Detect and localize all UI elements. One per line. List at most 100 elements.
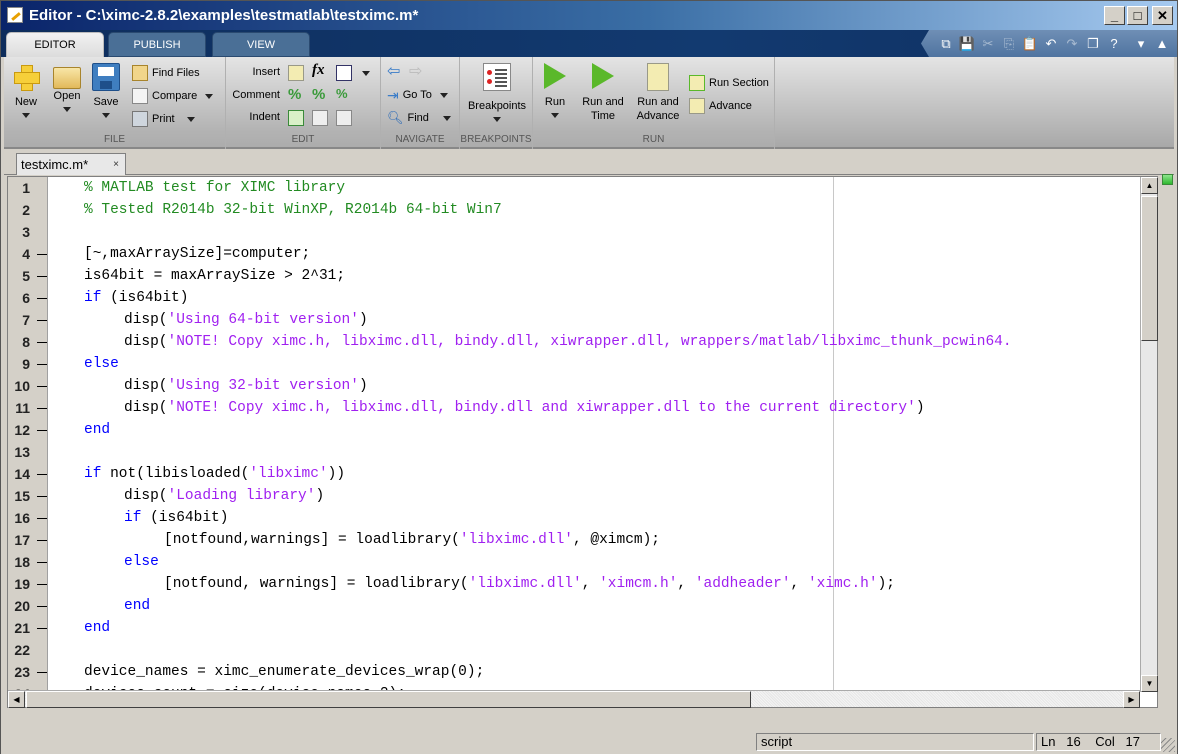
code-line[interactable]: disp('NOTE! Copy ximc.h, libximc.dll, bi… [49, 397, 1140, 419]
executable-line-marker[interactable] [37, 430, 47, 431]
executable-line-marker[interactable] [37, 320, 47, 321]
code-line[interactable]: device_names = ximc_enumerate_devices_wr… [49, 661, 1140, 683]
gutter-row[interactable]: 15 [8, 485, 47, 507]
gutter-row[interactable]: 19 [8, 573, 47, 595]
find-button[interactable]: 🔍︎ Find [387, 108, 451, 128]
gutter-row[interactable]: 22 [8, 639, 47, 661]
go-to-button[interactable]: ⇥ Go To [387, 85, 448, 105]
decrease-indent-icon[interactable] [336, 110, 352, 126]
uncomment-icon[interactable]: % [312, 86, 325, 103]
scroll-left-button[interactable]: ◀ [8, 691, 25, 708]
executable-line-marker[interactable] [37, 672, 47, 673]
code-line[interactable]: end [49, 419, 1140, 441]
save-button[interactable]: Save [84, 63, 128, 121]
gutter-row[interactable]: 6 [8, 287, 47, 309]
horizontal-scroll-thumb[interactable] [26, 691, 751, 708]
executable-line-marker[interactable] [37, 584, 47, 585]
insert-function-icon[interactable]: fx [312, 62, 325, 79]
insert-code-icon[interactable] [336, 65, 352, 81]
executable-line-marker[interactable] [37, 386, 47, 387]
forward-arrow-icon[interactable]: ⇨ [409, 61, 422, 81]
tab-view[interactable]: VIEW [212, 32, 310, 57]
close-tab-icon[interactable]: × [113, 159, 119, 170]
gutter-row[interactable]: 13 [8, 441, 47, 463]
executable-line-marker[interactable] [37, 408, 47, 409]
code-area[interactable]: % MATLAB test for XIMC library % Tested R… [49, 177, 1140, 692]
run-section-button[interactable]: Run Section [689, 73, 769, 93]
code-line[interactable]: else [49, 551, 1140, 573]
gutter-row[interactable]: 23 [8, 661, 47, 683]
executable-line-marker[interactable] [37, 276, 47, 277]
wrap-comments-icon[interactable]: % [336, 86, 348, 101]
scroll-up-button[interactable]: ▲ [1141, 177, 1158, 194]
gutter-row[interactable]: 8 [8, 331, 47, 353]
scroll-right-button[interactable]: ▶ [1123, 691, 1140, 708]
executable-line-marker[interactable] [37, 606, 47, 607]
new-window-icon[interactable]: ⧉ [937, 35, 955, 53]
code-line[interactable]: [~,maxArraySize]=computer; [49, 243, 1140, 265]
executable-line-marker[interactable] [37, 540, 47, 541]
code-line[interactable]: if not(libisloaded('libximc')) [49, 463, 1140, 485]
code-line[interactable]: disp('Loading library') [49, 485, 1140, 507]
resize-grip[interactable] [1161, 738, 1175, 752]
close-button[interactable]: ✕ [1152, 6, 1173, 25]
increase-indent-icon[interactable] [312, 110, 328, 126]
maximize-button[interactable]: □ [1127, 6, 1148, 25]
chevron-down-icon[interactable] [362, 71, 370, 76]
executable-line-marker[interactable] [37, 298, 47, 299]
gutter-row[interactable]: 12 [8, 419, 47, 441]
tab-editor[interactable]: EDITOR [6, 32, 104, 58]
executable-line-marker[interactable] [37, 628, 47, 629]
gutter-row[interactable]: 17 [8, 529, 47, 551]
help-icon[interactable]: ? [1105, 35, 1123, 53]
comment-icon[interactable]: % [288, 86, 301, 103]
code-line[interactable]: disp('NOTE! Copy ximc.h, libximc.dll, bi… [49, 331, 1140, 353]
tab-publish[interactable]: PUBLISH [108, 32, 206, 57]
horizontal-scrollbar[interactable]: ◀ ▶ [8, 690, 1140, 708]
code-line[interactable]: end [49, 617, 1140, 639]
executable-line-marker[interactable] [37, 562, 47, 563]
code-line[interactable]: else [49, 353, 1140, 375]
gutter-row[interactable]: 3 [8, 221, 47, 243]
code-editor[interactable]: 123456789101112131415161718192021222324 … [7, 176, 1158, 708]
gutter-row[interactable]: 20 [8, 595, 47, 617]
code-line[interactable]: disp('Using 32-bit version') [49, 375, 1140, 397]
gutter-row[interactable]: 1 [8, 177, 47, 199]
gutter-row[interactable]: 14 [8, 463, 47, 485]
scroll-down-button[interactable]: ▼ [1141, 675, 1158, 692]
code-line[interactable] [49, 639, 1140, 661]
smart-indent-icon[interactable] [288, 110, 304, 126]
redo-icon[interactable]: ↷ [1063, 35, 1081, 53]
minimize-button[interactable]: _ [1104, 6, 1125, 25]
paste-icon[interactable]: 📋 [1021, 35, 1039, 53]
back-arrow-icon[interactable]: ⇦ [387, 61, 400, 81]
cut-icon[interactable]: ✂ [979, 35, 997, 53]
copy-icon[interactable]: ⎘ [1000, 35, 1018, 53]
advance-button[interactable]: Advance [689, 96, 752, 116]
gutter-row[interactable]: 21 [8, 617, 47, 639]
code-line[interactable]: is64bit = maxArraySize > 2^31; [49, 265, 1140, 287]
compare-button[interactable]: Compare [132, 86, 214, 106]
executable-line-marker[interactable] [37, 518, 47, 519]
code-line[interactable]: % Tested R2014b 32-bit WinXP, R2014b 64-… [49, 199, 1140, 221]
document-tab-testximc[interactable]: testximc.m* × [16, 153, 126, 175]
save-icon[interactable]: 💾 [958, 35, 976, 53]
gutter-row[interactable]: 9 [8, 353, 47, 375]
gutter-row[interactable]: 4 [8, 243, 47, 265]
code-line[interactable]: [notfound, warnings] = loadlibrary('libx… [49, 573, 1140, 595]
executable-line-marker[interactable] [37, 474, 47, 475]
code-line[interactable]: disp('Using 64-bit version') [49, 309, 1140, 331]
vertical-scroll-thumb[interactable] [1141, 196, 1158, 341]
run-and-advance-button[interactable]: Run and Advance [631, 63, 685, 123]
gutter-row[interactable]: 10 [8, 375, 47, 397]
executable-line-marker[interactable] [37, 364, 47, 365]
gutter-row[interactable]: 2 [8, 199, 47, 221]
switch-windows-icon[interactable]: ❐ [1084, 35, 1102, 53]
open-button[interactable]: Open [45, 63, 89, 115]
undo-icon[interactable]: ↶ [1042, 35, 1060, 53]
code-line[interactable]: [notfound,warnings] = loadlibrary('libxi… [49, 529, 1140, 551]
code-line[interactable]: % MATLAB test for XIMC library [49, 177, 1140, 199]
find-files-button[interactable]: Find Files [132, 63, 200, 83]
code-line[interactable]: end [49, 595, 1140, 617]
collapse-ribbon-icon[interactable]: ▲ [1153, 35, 1171, 53]
